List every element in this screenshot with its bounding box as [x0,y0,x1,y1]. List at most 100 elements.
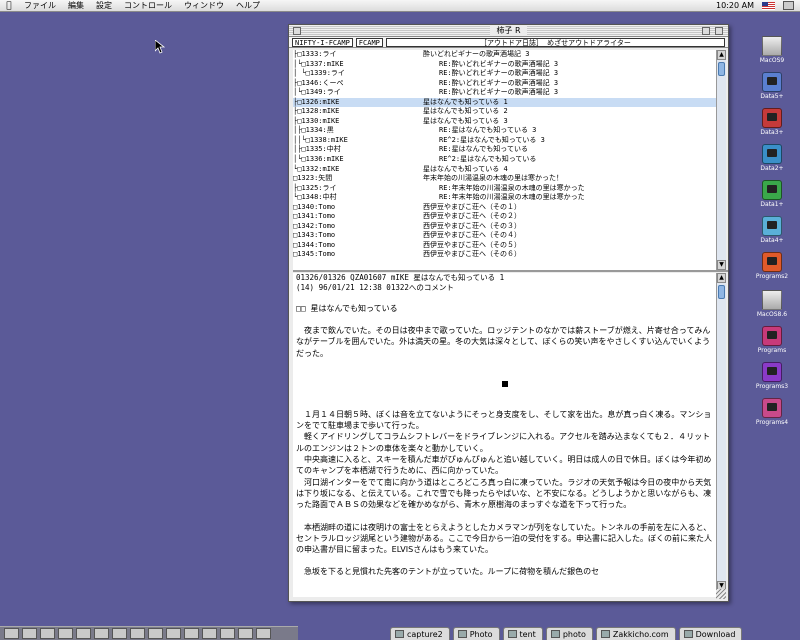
launcher-icon[interactable] [220,628,235,639]
thread-row[interactable]: ├□1325:ライ RE:年末年始の川湯温泉の木魂の里は寒かった [293,184,716,194]
desktop-volume-icon[interactable]: Data2+ [752,144,792,172]
thread-message-id: 1342:Tomo [297,221,336,230]
desktop-volume-icon[interactable]: Data1+ [752,180,792,208]
taskbar-tab[interactable]: capture2 [390,627,450,640]
thread-row[interactable]: │├□1334:黒 RE:星はなんでも知っている 3 [293,126,716,136]
scroll-thumb[interactable] [718,62,725,76]
thread-row[interactable]: └□1332:mIKE 星はなんでも知っている 4 [293,165,716,175]
launcher-icon[interactable] [112,628,127,639]
taskbar-tab[interactable]: Zakkicho.com [595,627,676,640]
launcher-icon[interactable] [166,628,181,639]
application-menu-icon[interactable] [783,1,794,10]
window-title-bar[interactable]: 柿子 R [289,25,728,37]
menu-help[interactable]: ヘルプ [230,0,266,11]
path-forum[interactable]: FCAMP [355,37,383,47]
menu-file[interactable]: ファイル [18,0,62,11]
thread-subject: 西伊豆やまびこ荘へ（その２） [423,212,521,221]
thread-row[interactable]: □1340:Tomo 西伊豆やまびこ荘へ（その１） [293,203,716,213]
apple-menu-icon[interactable]:  [0,1,18,11]
launcher-icon[interactable] [76,628,91,639]
desktop-volume-icon[interactable]: Programs3 [752,362,792,390]
desktop-icon-label: Data3+ [760,129,784,136]
thread-row[interactable]: │└□1336:mIKE RE^2:星はなんでも知っている [293,155,716,165]
path-service[interactable]: NIFTY-I-FCAMP [292,37,353,47]
close-box-icon[interactable] [293,27,301,35]
launcher-icon[interactable] [130,628,145,639]
launcher-icon[interactable] [22,628,37,639]
menu-settings[interactable]: 設定 [90,0,118,11]
resize-grip-icon[interactable] [716,589,726,599]
thread-message-id: 1343:Tomo [297,231,336,240]
thread-row[interactable]: □1323:矢間 年末年始の川湯温泉の木魂の里は寒かった！ [293,174,716,184]
launcher-icon[interactable] [4,628,19,639]
taskbar-tab[interactable]: Photo [452,627,500,640]
desktop-volume-icon[interactable]: Programs [752,326,792,354]
taskbar-tab[interactable]: photo [545,627,593,640]
thread-subject: 西伊豆やまびこ荘へ（その３） [423,221,521,230]
message-heading: □□ 星はなんでも知っている [296,304,398,313]
folder-icon [507,630,517,638]
zoom-box-icon[interactable] [702,27,710,35]
thread-message-id: 1348:中村 [301,193,337,202]
thread-row[interactable]: □1341:Tomo 西伊豆やまびこ荘へ（その２） [293,212,716,222]
desktop-volume-icon[interactable]: MacOS8.6 [752,290,792,318]
scroll-up-arrow-icon[interactable]: ▲ [717,50,726,60]
reader-window: 柿子 R NIFTY-I-FCAMP FCAMP ［アウトドア日誌］ めざせアウ… [288,24,729,602]
thread-row[interactable]: │└□1337:mIKE RE:酔いどれビギナーの歌声酒場記 3 [293,60,716,70]
desktop-icon-label: Programs2 [755,273,789,280]
message-paragraph: 中央高速に入ると、スキーを積んだ車がぴゅんぴゅんと追い越していく。明日は成人の日… [296,455,712,476]
pane-splitter[interactable] [293,270,728,272]
scroll-down-arrow-icon[interactable]: ▼ [717,260,726,270]
menu-control[interactable]: コントロール [118,0,178,11]
imac-icon [762,216,782,236]
launcher-icon[interactable] [184,628,199,639]
launcher-icon[interactable] [58,628,73,639]
thread-row[interactable]: □1345:Tomo 西伊豆やまびこ荘へ（その６） [293,250,716,260]
desktop-volume-icon[interactable]: Programs4 [752,398,792,426]
thread-row[interactable]: □1343:Tomo 西伊豆やまびこ荘へ（その４） [293,231,716,241]
thread-row[interactable]: ├□1328:mIKE 星はなんでも知っている 2 [293,107,716,117]
thread-tree-branch: ├□ [293,116,302,125]
launcher-icon[interactable] [256,628,271,639]
imac-icon [762,144,782,164]
thread-row[interactable]: ├□1326:mIKE 星はなんでも知っている 1 [293,97,716,108]
scroll-thumb[interactable] [718,285,725,299]
desktop-icon-label: Data5+ [760,93,784,100]
thread-list-scrollbar[interactable]: ▲ ▼ [716,50,726,270]
thread-row[interactable]: │├□1335:中村 RE:星はなんでも知っている [293,145,716,155]
thread-row[interactable]: ├□1333:ライ 酔いどれビギナーの歌声酒場記 3 [293,50,716,60]
launcher-icon[interactable] [238,628,253,639]
thread-subject: 酔いどれビギナーの歌声酒場記 3 [423,50,530,58]
message-header-line1: 01326/01326 QZA01607 mIKE 星はなんでも知っている 1 [296,273,505,282]
thread-row[interactable]: └□1348:中村 RE:年末年始の川湯温泉の木魂の里は寒かった [293,193,716,203]
thread-row[interactable]: ├□1346:くーぺ RE:酔いどれビギナーの歌声酒場記 3 [293,79,716,89]
thread-row[interactable]: │└□1349:ライ RE:酔いどれビギナーの歌声酒場記 3 [293,88,716,98]
thread-row[interactable]: □1342:Tomo 西伊豆やまびこ荘へ（その３） [293,222,716,232]
menu-window[interactable]: ウィンドウ [178,0,230,11]
thread-row[interactable]: ├□1330:mIKE 星はなんでも知っている 3 [293,117,716,127]
launcher-icon[interactable] [148,628,163,639]
path-board[interactable]: ［アウトドア日誌］ めざせアウトドアライター [385,37,725,47]
desktop-volume-icon[interactable]: Programs2 [752,252,792,280]
desktop-volume-icon[interactable]: Data4+ [752,216,792,244]
imac-icon [762,398,782,418]
taskbar-tab[interactable]: Download [678,627,743,640]
keyboard-flag-icon[interactable] [762,1,775,10]
menubar-right: 10:20 AM [716,1,800,10]
desktop-volume-icon[interactable]: MacOS9 [752,36,792,64]
thread-message-id: 1335:中村 [305,145,341,154]
clock[interactable]: 10:20 AM [716,1,754,10]
desktop-volume-icon[interactable]: Data5+ [752,72,792,100]
collapse-box-icon[interactable] [715,27,723,35]
desktop-volume-icon[interactable]: Data3+ [752,108,792,136]
taskbar-tab[interactable]: tent [502,627,543,640]
launcher-icon[interactable] [94,628,109,639]
thread-row[interactable]: │ └□1339:ライ RE:酔いどれビギナーの歌声酒場記 3 [293,69,716,79]
thread-message-id: 1349:ライ [305,88,341,97]
menu-bar:  ファイル 編集 設定 コントロール ウィンドウ ヘルプ 10:20 AM [0,0,800,12]
scroll-up-arrow-icon[interactable]: ▲ [717,273,726,283]
menu-edit[interactable]: 編集 [62,0,90,11]
message-scrollbar[interactable]: ▲ ▼ [716,273,726,591]
launcher-icon[interactable] [202,628,217,639]
launcher-icon[interactable] [40,628,55,639]
